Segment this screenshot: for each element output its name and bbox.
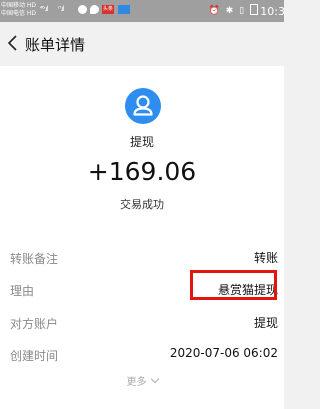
status-right: ⏰ ✱ ▯ — [206, 4, 258, 16]
signal-1-icon: ⁴ᴳ.ıl — [40, 5, 48, 13]
chevron-down-icon — [150, 374, 159, 384]
created-time-label: 创建时间 — [10, 349, 59, 363]
remark-value: 转账 — [253, 251, 278, 265]
clock: 10:3 — [260, 5, 285, 18]
carrier-1: 中国移动 HD — [1, 2, 37, 9]
remark-label: 转账备注 — [10, 252, 59, 266]
back-arrow-icon[interactable] — [4, 32, 22, 54]
battery-icon — [250, 4, 258, 15]
signal-2-icon: ᴴ.ıl — [58, 5, 65, 13]
counterparty-value: 提现 — [253, 316, 278, 330]
detail-row-counterparty: 对方账户 提现 — [0, 307, 284, 337]
page-title: 账单详情 — [25, 36, 86, 54]
reason-label: 理由 — [10, 284, 35, 298]
transaction-type: 提现 — [129, 135, 154, 149]
app-icon — [118, 5, 130, 14]
counterparty-label: 对方账户 — [10, 317, 59, 331]
detail-row-remark: 转账备注 转账 — [0, 242, 284, 272]
nav-bar: 账单详情 — [0, 22, 284, 66]
user-icon — [133, 95, 153, 116]
created-time-value: 2020-07-06 06:02 — [169, 346, 278, 360]
avatar — [125, 88, 161, 124]
transaction-status: 交易成功 — [120, 198, 164, 211]
transaction-summary: 提现 +169.06 交易成功 — [0, 66, 284, 236]
more-button[interactable]: 更多 — [0, 373, 284, 388]
notification-icon — [78, 5, 87, 14]
detail-row-created-time: 创建时间 2020-07-06 06:02 — [0, 339, 284, 369]
highlight-annotation — [190, 270, 277, 300]
vibrate-icon: ▯ — [239, 6, 245, 16]
news-app-icon: 头条 — [102, 5, 114, 14]
transaction-amount: +169.06 — [87, 157, 197, 186]
more-label: 更多 — [126, 377, 147, 388]
alarm-icon: ⏰ — [208, 6, 220, 16]
transaction-details: 转账备注 转账 理由 悬赏猫提现 对方账户 提现 创建时间 2020-07-06… — [0, 236, 284, 409]
status-bar: 中国移动 HD 中国电信 HD ⁴ᴳ.ıl ᴴ.ıl 头条 ⏰ ✱ ▯ 10:3 — [0, 0, 285, 22]
bluetooth-icon: ✱ — [225, 6, 234, 16]
message-icon — [90, 5, 99, 14]
carrier-2: 中国电信 HD — [1, 10, 37, 17]
